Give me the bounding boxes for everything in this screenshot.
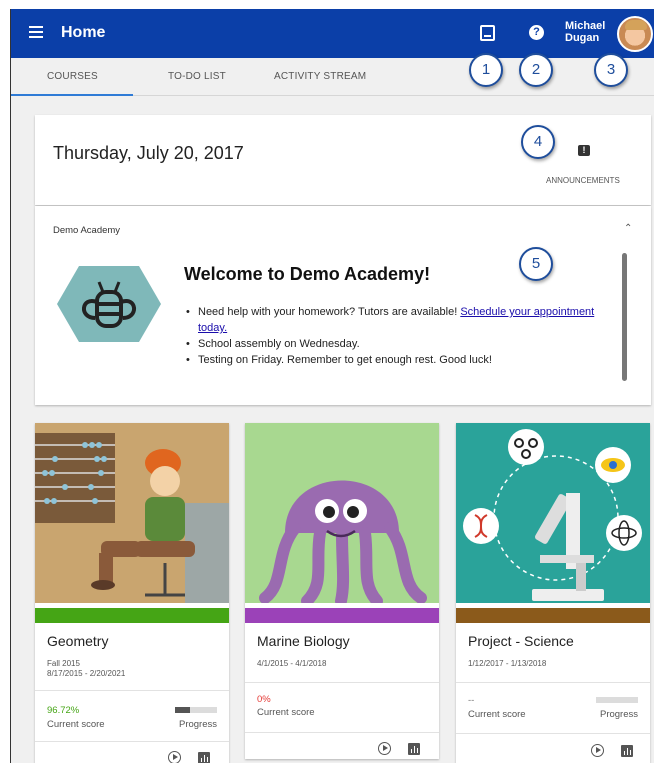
callout-2: 2 xyxy=(519,53,553,87)
divider xyxy=(35,741,229,742)
progress-bar xyxy=(596,697,638,703)
list-item: School assembly on Wednesday. xyxy=(186,336,618,352)
app-window: Home ? Michael Dugan COURSES TO-DO LIST … xyxy=(10,9,654,763)
current-score-value: -- xyxy=(468,695,475,706)
divider xyxy=(456,682,650,683)
course-color-stripe xyxy=(456,608,650,623)
current-score-value: 0% xyxy=(257,694,271,705)
callout-1: 1 xyxy=(469,53,503,87)
divider xyxy=(245,732,439,733)
tab-to-do-list[interactable]: TO-DO LIST xyxy=(168,71,226,82)
menu-icon[interactable] xyxy=(29,26,43,38)
tab-activity-stream[interactable]: ACTIVITY STREAM xyxy=(274,71,366,82)
callout-5: 5 xyxy=(519,247,553,281)
tab-courses[interactable]: COURSES xyxy=(47,71,98,82)
announcements-label[interactable]: ANNOUNCEMENTS xyxy=(546,176,620,185)
course-card-marine-biology[interactable]: Marine Biology 4/1/2015 - 4/1/2018 0% Cu… xyxy=(245,423,439,759)
course-title[interactable]: Project - Science xyxy=(468,633,574,649)
course-card-geometry[interactable]: Geometry Fall 2015 8/17/2015 - 2/20/2021… xyxy=(35,423,229,763)
project-science-illustration xyxy=(456,423,650,603)
divider xyxy=(456,733,650,734)
course-title[interactable]: Geometry xyxy=(47,633,108,649)
progress-fill xyxy=(175,707,190,713)
callout-4: 4 xyxy=(521,125,555,159)
course-dates: 8/17/2015 - 2/20/2021 xyxy=(47,669,126,678)
course-title[interactable]: Marine Biology xyxy=(257,633,350,649)
academy-announcement-card: Demo Academy ⌃ Welcome to Demo Academy! … xyxy=(35,206,651,405)
academy-name: Demo Academy xyxy=(53,225,121,236)
gallery-icon[interactable] xyxy=(480,25,495,41)
course-dates: 1/12/2017 - 1/13/2018 xyxy=(468,659,547,668)
progress-label: Progress xyxy=(178,719,217,730)
current-score-value: 96.72% xyxy=(47,705,80,716)
course-color-stripe xyxy=(35,608,229,623)
current-score-label: Current score xyxy=(47,719,105,730)
academy-logo-bee-icon xyxy=(57,266,161,342)
bullet-text: Need help with your homework? Tutors are… xyxy=(198,306,461,318)
play-icon[interactable] xyxy=(378,742,391,755)
course-dates: 4/1/2015 - 4/1/2018 xyxy=(257,659,327,668)
page-title: Home xyxy=(61,24,106,41)
progress-label: Progress xyxy=(599,709,638,720)
user-name[interactable]: Michael Dugan xyxy=(565,20,605,44)
play-icon[interactable] xyxy=(591,744,604,757)
help-icon[interactable]: ? xyxy=(529,25,544,40)
divider xyxy=(35,690,229,691)
avatar[interactable] xyxy=(617,16,653,52)
bar-chart-icon[interactable] xyxy=(198,752,210,763)
course-card-project-science[interactable]: Project - Science 1/12/2017 - 1/13/2018 … xyxy=(456,423,650,763)
announcements-icon[interactable]: ! xyxy=(578,145,590,156)
bar-chart-icon[interactable] xyxy=(408,743,420,755)
progress-bar xyxy=(175,707,217,713)
tab-bar: COURSES TO-DO LIST ACTIVITY STREAM xyxy=(11,58,654,96)
course-term: Fall 2015 xyxy=(47,659,80,668)
callout-3: 3 xyxy=(594,53,628,87)
bar-chart-icon[interactable] xyxy=(621,745,633,757)
divider xyxy=(245,682,439,683)
announcement-list: Need help with your homework? Tutors are… xyxy=(186,304,618,368)
geometry-illustration xyxy=(35,423,229,603)
chevron-up-icon[interactable]: ⌃ xyxy=(624,223,632,234)
list-item: Need help with your homework? Tutors are… xyxy=(186,304,618,336)
marine-biology-illustration xyxy=(245,423,439,607)
play-icon[interactable] xyxy=(168,751,181,763)
current-score-label: Current score xyxy=(468,709,526,720)
date-card: Thursday, July 20, 2017 ! ANNOUNCEMENTS xyxy=(35,115,651,205)
top-app-bar: Home ? Michael Dugan xyxy=(11,9,654,58)
welcome-heading: Welcome to Demo Academy! xyxy=(184,264,431,284)
current-date: Thursday, July 20, 2017 xyxy=(53,143,244,163)
active-tab-indicator xyxy=(11,94,133,96)
scrollbar[interactable] xyxy=(622,253,627,381)
current-score-label: Current score xyxy=(257,707,315,718)
list-item: Testing on Friday. Remember to get enoug… xyxy=(186,352,618,368)
course-color-stripe xyxy=(245,608,439,623)
